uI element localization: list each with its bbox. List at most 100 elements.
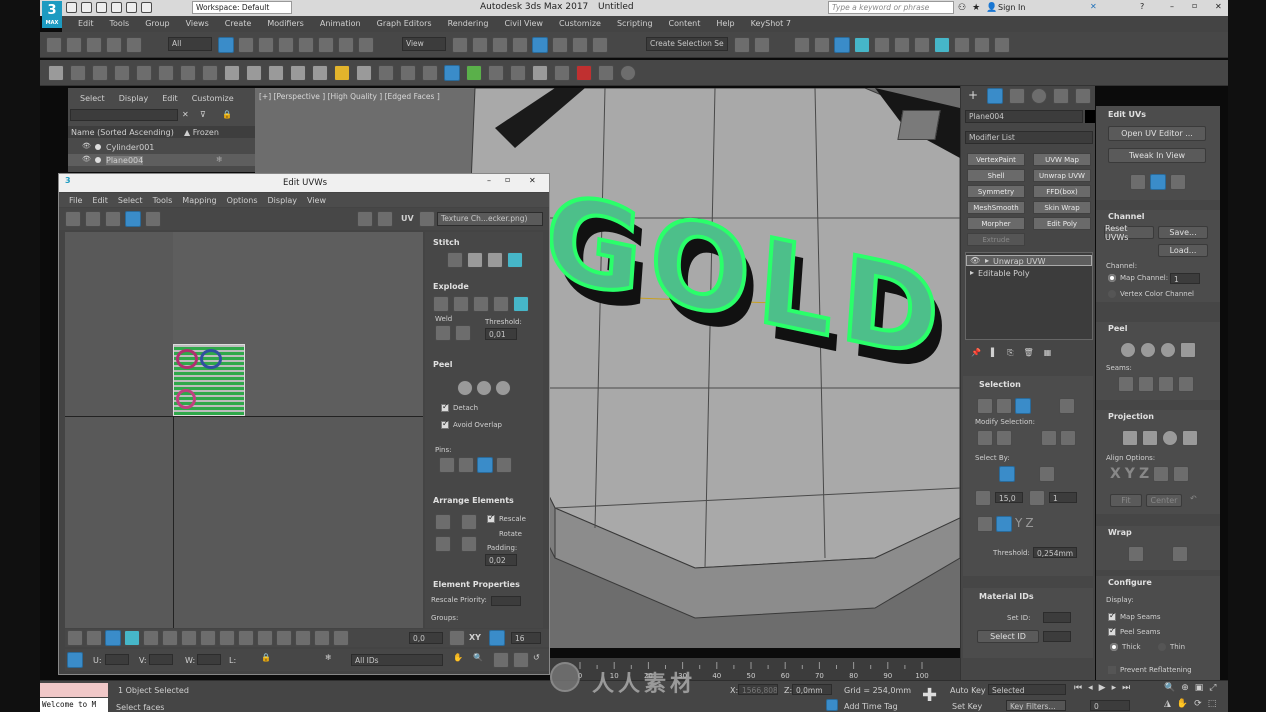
menu-tools[interactable]: Tools (102, 16, 138, 32)
select-edges-icon[interactable] (977, 516, 993, 532)
menu-civil-view[interactable]: Civil View (496, 16, 551, 32)
maximize-button[interactable]: ▫ (1192, 1, 1197, 10)
zoom-extents-icon[interactable] (513, 652, 529, 668)
new-icon[interactable] (66, 2, 77, 13)
menu-scripting[interactable]: Scripting (609, 16, 661, 32)
rectangular-region-icon[interactable] (258, 37, 274, 53)
modifier-list-dropdown[interactable]: Modifier List (965, 131, 1093, 144)
angle-snap-icon[interactable] (532, 37, 548, 53)
selection-title[interactable]: Selection (979, 380, 1021, 389)
grid-icon[interactable] (114, 65, 130, 81)
uv-canvas[interactable] (65, 232, 423, 628)
redo-icon[interactable] (66, 37, 82, 53)
disk-icon[interactable] (356, 65, 372, 81)
reference-coordinate[interactable]: View (402, 37, 446, 51)
sheet-icon[interactable] (92, 65, 108, 81)
pan-icon[interactable]: ✋ (1177, 699, 1188, 709)
menu-edit[interactable]: Edit (62, 16, 102, 32)
list-item[interactable]: 👁 Plane004 ❄ (68, 154, 255, 166)
eye-icon[interactable]: 👁 (970, 256, 980, 265)
key-mode-dropdown[interactable]: Selected (988, 684, 1066, 695)
flatten-by-material-icon[interactable] (513, 296, 529, 312)
radio-icon[interactable] (1108, 274, 1116, 282)
rotate-icon[interactable] (318, 37, 334, 53)
point-to-point-icon[interactable] (1138, 376, 1154, 392)
thick-radio[interactable]: Thick (1110, 643, 1141, 651)
stitch-target-icon[interactable] (507, 252, 523, 268)
lock-icon[interactable]: 🔒 (222, 110, 232, 119)
projection-title[interactable]: Projection (1108, 412, 1154, 421)
loop-selection-icon[interactable] (1041, 430, 1057, 446)
uv-island[interactable] (176, 389, 196, 409)
load-button[interactable]: Load... (1158, 244, 1208, 257)
undo-icon[interactable] (46, 37, 62, 53)
pin-icon[interactable] (439, 457, 455, 473)
curve-editor-icon[interactable] (834, 37, 850, 53)
filter-icon[interactable]: ⊽ (200, 110, 206, 119)
pack-rescale-icon[interactable] (461, 536, 477, 552)
render-tools-icon[interactable] (554, 65, 570, 81)
show-end-result-icon[interactable]: ▌ (991, 348, 997, 358)
explode-title[interactable]: Explode (433, 282, 469, 291)
wrap-title[interactable]: Wrap (1108, 528, 1132, 537)
dome-icon[interactable] (246, 65, 262, 81)
planar-map-icon[interactable] (1122, 430, 1138, 446)
brush-plus-icon[interactable] (314, 630, 330, 646)
light-icon[interactable] (180, 65, 196, 81)
manipulate-icon[interactable] (472, 37, 488, 53)
show-map-icon[interactable] (377, 211, 393, 227)
menu-modifiers[interactable]: Modifiers (259, 16, 312, 32)
rescale-checkbox[interactable]: Rescale (487, 513, 526, 523)
modifier-uvwmap-button[interactable]: UVW Map (1033, 153, 1091, 166)
threshold-spinner[interactable]: 0,01 (485, 328, 517, 340)
pack-normalize-icon[interactable] (461, 514, 477, 530)
make-unique-icon[interactable]: ⎘ (1007, 348, 1013, 358)
auto-pin-icon[interactable] (477, 457, 493, 473)
schematic-view-icon[interactable] (854, 37, 870, 53)
snowflake-icon[interactable]: ❄ (325, 653, 332, 662)
element-mode-icon[interactable] (124, 630, 140, 646)
keyboard-shortcut-icon[interactable] (492, 37, 508, 53)
break-icon[interactable] (433, 296, 449, 312)
flatten-by-smoothing-icon[interactable] (493, 296, 509, 312)
brush-icon[interactable] (276, 630, 292, 646)
weld-selected-icon[interactable] (435, 325, 451, 341)
user-icon[interactable]: 👤 (986, 3, 997, 13)
edge-icon[interactable] (996, 398, 1012, 414)
zoom-all-icon[interactable]: ⊕ (1181, 683, 1189, 693)
unpin-icon[interactable] (458, 457, 474, 473)
cylindrical-map-icon[interactable] (1142, 430, 1158, 446)
map-channel-radio[interactable]: Map Channel: (1108, 274, 1168, 282)
vertex-icon[interactable] (977, 398, 993, 414)
menu-customize[interactable]: Customize (551, 16, 609, 32)
count-spinner[interactable]: 1 (1049, 492, 1077, 503)
tab-select[interactable]: Select (80, 94, 105, 103)
loop-icon[interactable] (181, 630, 197, 646)
spline-map-icon[interactable] (1128, 546, 1144, 562)
viewcube[interactable] (897, 110, 941, 140)
detach-edge-icon[interactable] (453, 296, 469, 312)
x-coordinate-field[interactable]: 1566,808m (738, 684, 778, 695)
undo-icon[interactable] (111, 2, 122, 13)
tool-icon[interactable] (136, 65, 152, 81)
list-item[interactable]: 👁 Cylinder001 (68, 141, 255, 153)
align-icon[interactable] (754, 37, 770, 53)
configure-sets-icon[interactable]: ▦ (1044, 348, 1052, 358)
shrink-loop-icon[interactable] (238, 630, 254, 646)
check-icon[interactable] (487, 530, 495, 538)
hierarchy-tab-icon[interactable] (1009, 88, 1025, 104)
relax-vertex-icon[interactable] (1170, 174, 1186, 190)
threshold-spinner[interactable]: 0,254mm (1033, 547, 1077, 558)
maxscript-listener-top[interactable] (40, 683, 108, 697)
stitch-average-icon[interactable] (487, 252, 503, 268)
clipboard-icon[interactable] (598, 65, 614, 81)
ignore-backfacing-icon[interactable] (999, 466, 1015, 482)
uv-island[interactable] (200, 349, 222, 369)
flow-icon[interactable] (488, 65, 504, 81)
maxscript-listener[interactable]: Welcome to M (40, 698, 108, 712)
align-x-icon[interactable]: X (1110, 466, 1121, 482)
search-input[interactable]: Type a keyword or phrase (828, 1, 954, 14)
motion-tab-icon[interactable] (1031, 88, 1047, 104)
uvw-menu-edit[interactable]: Edit (92, 196, 108, 205)
move-icon[interactable] (298, 37, 314, 53)
